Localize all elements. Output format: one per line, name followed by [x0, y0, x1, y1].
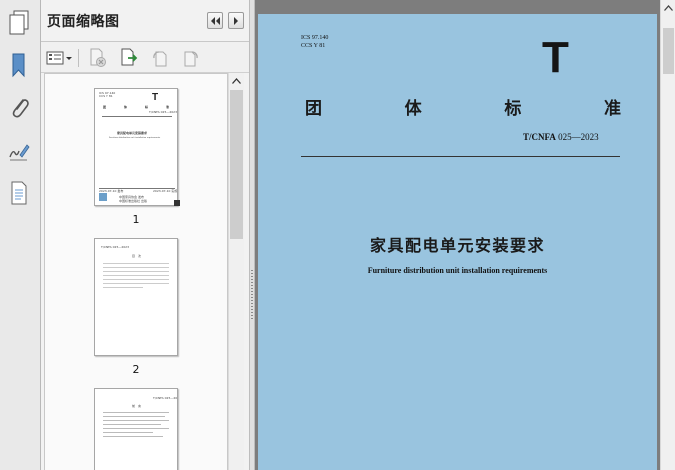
panel-header: 页面缩略图	[41, 0, 249, 42]
layers-icon[interactable]	[4, 178, 34, 208]
options-list-icon	[46, 51, 72, 64]
thumbnail-panel: 页面缩略图 ICS 97.140 CCS Y 81 T 团 体 标 准 T/CN…	[41, 0, 249, 470]
thumbnail-page-2[interactable]: T/CNFA 025—2023 目 次	[94, 238, 178, 356]
thumbnail-scroll-thumb[interactable]	[230, 90, 243, 239]
standard-type-char: 体	[404, 99, 422, 119]
pages-icon[interactable]	[4, 8, 34, 38]
next-panel-button[interactable]	[228, 12, 244, 29]
document-title-en: Furniture distribution unit installation…	[367, 266, 548, 275]
header-rule	[301, 156, 620, 157]
panel-title: 页面缩略图	[47, 14, 120, 30]
ccs-line: CCS Y 81	[301, 43, 326, 49]
navigation-rail	[0, 0, 41, 470]
chevron-right-icon	[234, 16, 238, 25]
document-scroll-thumb[interactable]	[663, 28, 674, 74]
standard-type-char: 准	[603, 99, 621, 119]
thumbnail-page-1[interactable]: ICS 97.140 CCS Y 81 T 团体标准 T/CNFA 025—20…	[94, 88, 178, 206]
standard-type: 团 体 标 准	[305, 94, 621, 119]
panel-toolbar	[41, 42, 249, 73]
delete-page-icon	[90, 48, 106, 67]
bookmark-icon[interactable]	[4, 50, 34, 80]
document-view[interactable]: ICS 97.140 CCS Y 81 T 团 体 标 准 T/CNFA 025…	[255, 0, 660, 470]
document-title-cn: 家具配电单元安装要求	[369, 236, 545, 255]
resize-handle[interactable]	[174, 200, 180, 206]
rotate-right-icon	[184, 50, 198, 66]
rotate-right-button[interactable]	[180, 47, 202, 68]
thumbnail-label-1: 1	[132, 213, 140, 226]
collapse-panel-button[interactable]	[207, 12, 223, 29]
thumbnail-label-2: 2	[132, 363, 140, 376]
insert-pages-button[interactable]	[118, 47, 140, 68]
chevron-up-icon	[232, 78, 241, 84]
ics-line: ICS 97.140	[301, 35, 329, 41]
document-scrollbar[interactable]	[660, 0, 675, 470]
document-scroll-up-button[interactable]	[661, 0, 675, 15]
rotate-left-button[interactable]	[149, 47, 171, 68]
attachment-icon[interactable]	[4, 93, 34, 123]
thumbnail-scrollbar[interactable]	[228, 73, 244, 470]
standard-type-char: 标	[504, 99, 522, 119]
standard-number-prefix: T/CNFA	[523, 132, 556, 142]
standard-number-value: 025—2023	[558, 132, 599, 142]
rotate-left-icon	[153, 50, 167, 66]
toolbar-separator	[78, 49, 79, 67]
standard-number: T/CNFA 025—2023	[523, 132, 599, 142]
thumbnail-page-3[interactable]: T/CNFA 025—2023 前 言	[94, 388, 178, 470]
thumbnail-list[interactable]: ICS 97.140 CCS Y 81 T 团体标准 T/CNFA 025—20…	[44, 73, 228, 470]
options-menu-button[interactable]	[45, 47, 75, 68]
category-letter: T	[542, 33, 569, 82]
ics-code: ICS 97.140 CCS Y 81	[301, 34, 328, 50]
splitter-grip[interactable]	[251, 270, 253, 320]
insert-page-icon	[121, 48, 138, 65]
document-page: ICS 97.140 CCS Y 81 T 团 体 标 准 T/CNFA 025…	[258, 14, 657, 470]
signature-icon[interactable]	[4, 136, 34, 166]
scroll-up-button[interactable]	[229, 73, 244, 89]
chevron-up-icon	[664, 4, 673, 11]
double-chevron-left-icon	[211, 16, 220, 25]
standard-type-char: 团	[305, 99, 322, 119]
delete-pages-button[interactable]	[87, 47, 109, 68]
